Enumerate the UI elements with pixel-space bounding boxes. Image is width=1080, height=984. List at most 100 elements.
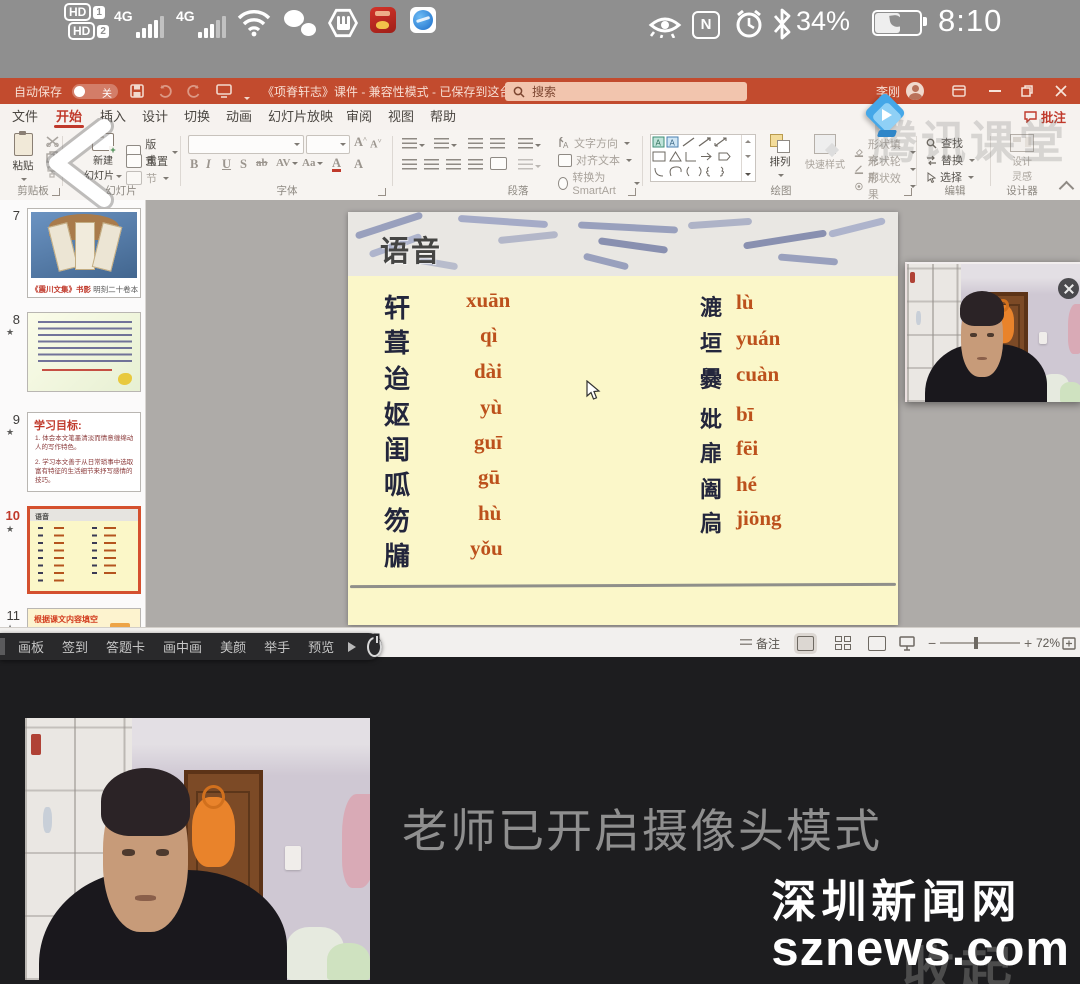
slideshow-view-button[interactable]	[899, 628, 915, 658]
slide7-thumbnail[interactable]: 《震川文集》书影 明刻二十卷本	[27, 208, 141, 298]
slide10-pinyin-col	[54, 527, 64, 585]
search-box[interactable]	[505, 82, 747, 101]
paragraph-dialog-launcher[interactable]	[628, 188, 636, 196]
drawing-dialog-launcher[interactable]	[904, 188, 912, 196]
tab-review[interactable]: 审阅	[342, 104, 376, 129]
alarm-icon	[734, 9, 764, 39]
toolbar-pip[interactable]: 画中画	[163, 637, 202, 656]
save-icon[interactable]	[130, 84, 144, 98]
italic-button[interactable]: I	[206, 157, 211, 172]
tab-help[interactable]: 帮助	[426, 104, 460, 129]
slide9-title: 学习目标:	[34, 417, 82, 433]
toolbar-preview[interactable]: 预览	[308, 637, 334, 656]
close-button[interactable]	[1046, 78, 1076, 104]
toolbar-power-icon[interactable]	[367, 637, 382, 657]
zoom-slider-thumb[interactable]	[974, 637, 978, 649]
zoom-slider[interactable]	[940, 628, 1020, 658]
tab-file[interactable]: 文件	[8, 104, 42, 129]
toolbar-beauty[interactable]: 美颜	[220, 637, 246, 656]
increase-indent-button[interactable]	[490, 136, 505, 154]
font-name-combo[interactable]	[188, 135, 304, 154]
quick-styles-button[interactable]: 快速样式	[800, 134, 850, 171]
zoom-out-button[interactable]: −	[928, 628, 936, 658]
bold-button[interactable]: B	[190, 157, 198, 172]
tab-design[interactable]: 设计	[138, 104, 172, 129]
tab-slideshow[interactable]: 幻灯片放映	[264, 104, 337, 129]
toolbar-answer-card[interactable]: 答题卡	[106, 637, 145, 656]
underline-button[interactable]: U	[222, 157, 231, 172]
justify-button[interactable]	[468, 157, 483, 175]
slide-sorter-view-button[interactable]	[835, 628, 851, 658]
text-shadow-button[interactable]: S	[240, 157, 247, 172]
normal-view-button[interactable]	[797, 628, 814, 658]
add-remove-columns-button[interactable]	[518, 157, 541, 175]
search-input[interactable]	[530, 84, 714, 100]
align-right-button[interactable]	[446, 157, 461, 175]
change-case-button[interactable]: Aa	[302, 157, 323, 169]
autosave-toggle[interactable]: 关	[72, 84, 118, 99]
close-camera-icon[interactable]	[1058, 278, 1079, 299]
strikethrough-button[interactable]: ab	[256, 157, 268, 169]
restore-button[interactable]	[1012, 78, 1042, 104]
present-display-icon[interactable]	[216, 84, 232, 98]
font-size-combo[interactable]	[306, 135, 350, 154]
pinyin: qì	[480, 323, 498, 348]
slide-canvas[interactable]: 语音 轩xuān 葺qì 迨dài 妪yù 闺guī 呱gū 笏hù 牖yǒu …	[348, 212, 898, 625]
align-text-button[interactable]: 对齐文本	[558, 152, 632, 168]
fit-to-window-button[interactable]	[1062, 628, 1076, 658]
paste-button[interactable]: 粘贴	[6, 133, 40, 185]
tab-transitions[interactable]: 切换	[180, 104, 214, 129]
slide8-thumbnail[interactable]	[27, 312, 141, 392]
quick-access-dropdown-icon[interactable]	[242, 90, 250, 104]
toolbar-play-icon[interactable]	[348, 642, 361, 652]
slide9-number: 9	[2, 412, 20, 427]
shapes-gallery[interactable]: A A	[650, 134, 756, 182]
align-left-button[interactable]	[402, 157, 417, 175]
shapes-gallery-scrollbar[interactable]	[741, 135, 754, 181]
reset-button[interactable]: 重置	[126, 153, 168, 169]
slide10-thumbnail-selected[interactable]: 语音	[27, 506, 141, 594]
toolbar-raise-hand[interactable]: 举手	[264, 637, 290, 656]
toolbar-checkin[interactable]: 签到	[62, 637, 88, 656]
slide9-thumbnail[interactable]: 学习目标: 1. 体会本文笔墨清淡而情意缠绵动人的写作特色。 2. 学习本文善于…	[27, 412, 141, 492]
bold-button[interactable]: A	[354, 157, 363, 172]
decrease-indent-button[interactable]	[468, 136, 483, 154]
teacher-camera-small[interactable]	[905, 262, 1080, 402]
mouse-cursor	[586, 380, 601, 401]
tab-animations[interactable]: 动画	[222, 104, 256, 129]
zoom-level[interactable]: 72%	[1036, 628, 1060, 658]
notes-button[interactable]: 备注	[740, 628, 780, 658]
align-center-button[interactable]	[424, 157, 439, 175]
comments-button[interactable]: 批注	[1024, 104, 1066, 129]
design-ideas-button[interactable]: 设计 灵感	[1002, 134, 1042, 183]
zoom-in-button[interactable]: +	[1024, 628, 1032, 658]
bullets-button[interactable]	[402, 136, 425, 154]
fit-icon	[1062, 637, 1076, 650]
font-dialog-launcher[interactable]	[378, 188, 386, 196]
grow-font-button[interactable]: A˄	[354, 135, 367, 150]
replace-button[interactable]: 替换	[926, 152, 975, 168]
ribbon-display-options-icon[interactable]	[944, 78, 974, 104]
find-button[interactable]: 查找	[926, 135, 963, 151]
shape-icons: A A	[651, 135, 741, 179]
undo-icon[interactable]	[158, 84, 173, 98]
redo-icon[interactable]	[186, 84, 201, 98]
char-spacing-button[interactable]: AV	[276, 157, 298, 169]
back-arrow-overlay[interactable]	[38, 118, 124, 208]
line-spacing-button[interactable]	[518, 136, 541, 154]
font-color-button[interactable]: A	[332, 157, 341, 172]
toolbar-whiteboard[interactable]: 画板	[18, 637, 44, 656]
minimize-button[interactable]	[980, 78, 1010, 104]
shrink-font-button[interactable]: A˅	[370, 137, 382, 151]
collapse-ribbon-icon[interactable]	[1059, 181, 1075, 197]
tab-view[interactable]: 视图	[384, 104, 418, 129]
slide11-thumbnail[interactable]: 根据课文内容填空	[27, 608, 141, 627]
slide10-pinyin-col2	[104, 527, 116, 577]
text-direction-button[interactable]: A 文字方向	[558, 135, 630, 151]
align-text-icon	[558, 154, 572, 167]
arrange-button[interactable]: 排列	[762, 134, 798, 181]
numbering-button[interactable]	[434, 136, 457, 154]
reading-view-button[interactable]	[868, 628, 886, 658]
columns-button[interactable]	[490, 157, 507, 175]
toolbar-handle[interactable]	[0, 638, 5, 655]
